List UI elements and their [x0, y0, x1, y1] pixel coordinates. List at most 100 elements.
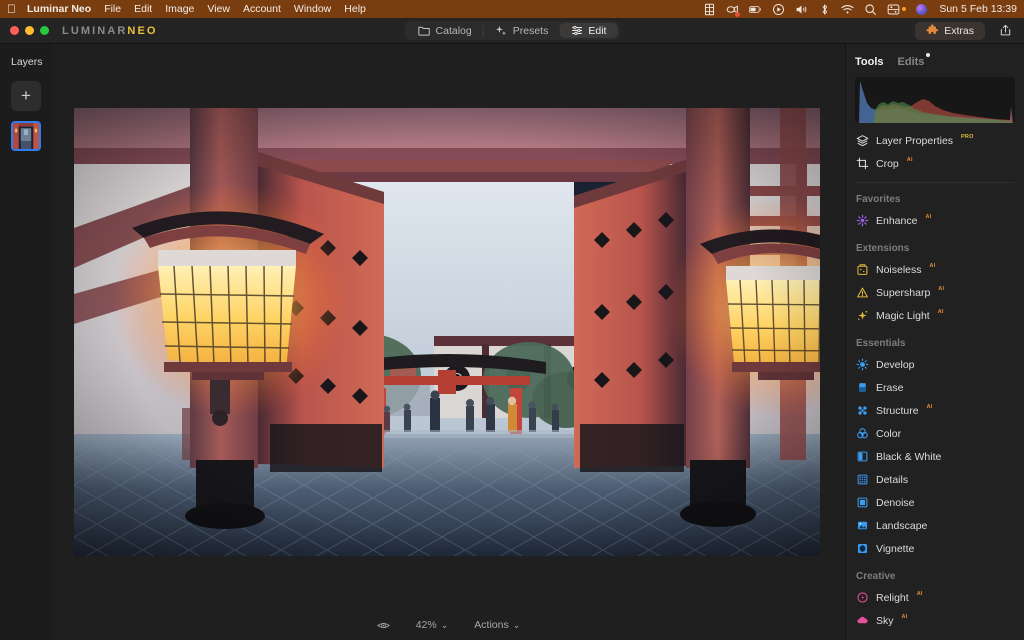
- zoom-level-value: 42%: [415, 619, 437, 631]
- play-circle-icon[interactable]: [772, 3, 785, 16]
- share-button[interactable]: [995, 23, 1016, 38]
- folder-icon: [418, 26, 430, 36]
- control-center-icon[interactable]: [887, 3, 907, 16]
- tool-denoise[interactable]: Denoise: [846, 491, 1024, 514]
- ai-badge: AI: [926, 403, 933, 410]
- zoom-level-control[interactable]: 42% ⌄: [416, 619, 449, 631]
- tool-black-and-white[interactable]: Black & White: [846, 445, 1024, 468]
- tool-sky[interactable]: Sky AI: [846, 609, 1024, 632]
- tool-erase[interactable]: Erase: [846, 376, 1024, 399]
- magic-light-icon: [858, 310, 868, 320]
- tool-magic-light[interactable]: Magic Light AI: [846, 304, 1024, 327]
- tool-layer-properties[interactable]: Layer Properties PRO: [846, 129, 1024, 152]
- app-logo: LUMINARNEO: [62, 25, 158, 37]
- eye-icon: [376, 622, 390, 628]
- group-label-essentials: Essentials: [856, 338, 906, 349]
- layer-thumbnail[interactable]: [11, 121, 41, 151]
- supersharp-icon: [857, 287, 868, 298]
- puzzle-icon: [926, 24, 939, 34]
- tool-enhance[interactable]: Enhance AI: [846, 209, 1024, 232]
- ai-badge: AI: [929, 262, 936, 269]
- tool-label: Enhance: [876, 214, 918, 227]
- canvas-bottom-bar: 42% ⌄ Actions ⌄: [52, 610, 845, 640]
- volume-icon[interactable]: [795, 3, 808, 16]
- tool-label: Crop: [876, 157, 899, 170]
- group-label-creative: Creative: [856, 571, 896, 582]
- tab-presets[interactable]: Presets: [484, 23, 560, 38]
- compare-toggle-button[interactable]: [376, 619, 390, 632]
- photo-preview[interactable]: [74, 108, 820, 556]
- brand-primary: LUMINAR: [62, 24, 128, 37]
- tool-develop[interactable]: Develop: [846, 353, 1024, 376]
- battery-icon[interactable]: [749, 3, 762, 16]
- tool-crop[interactable]: Crop AI: [846, 152, 1024, 175]
- chevron-down-icon: ⌄: [440, 619, 449, 630]
- tool-label: Supersharp: [876, 286, 931, 299]
- vignette-icon: [857, 543, 868, 554]
- tool-details[interactable]: Details: [846, 468, 1024, 491]
- editor-canvas[interactable]: [52, 44, 845, 640]
- menu-image[interactable]: Image: [165, 4, 194, 15]
- tab-edits[interactable]: Edits: [898, 53, 931, 68]
- sparkle-burst-icon: [856, 214, 869, 227]
- tab-presets-label: Presets: [512, 24, 549, 37]
- tool-structure[interactable]: Structure AI: [846, 399, 1024, 422]
- tab-tools[interactable]: Tools: [855, 56, 884, 68]
- tool-vignette[interactable]: Vignette: [846, 537, 1024, 560]
- tool-label: Structure: [876, 404, 919, 417]
- extras-button[interactable]: Extras: [915, 21, 985, 40]
- black-white-icon: [857, 451, 868, 462]
- tool-label: Landscape: [876, 519, 928, 532]
- main-tab-group: Catalog Presets Edit: [404, 21, 620, 40]
- tool-label: Details: [876, 473, 909, 486]
- pro-badge: PRO: [961, 133, 974, 140]
- cloud-icon: [857, 616, 868, 624]
- tool-label: Black & White: [876, 450, 942, 463]
- bluetooth-icon[interactable]: [818, 3, 831, 16]
- menu-file[interactable]: File: [104, 4, 121, 15]
- menu-edit[interactable]: Edit: [134, 4, 152, 15]
- noiseless-icon: [857, 264, 868, 275]
- maximize-button[interactable]: [40, 26, 49, 35]
- menu-account[interactable]: Account: [243, 4, 281, 15]
- menu-window[interactable]: Window: [294, 4, 331, 15]
- actions-label: Actions: [474, 619, 509, 631]
- structure-icon: [858, 406, 867, 415]
- control-center-alert-dot: [902, 7, 907, 11]
- denoise-icon: [857, 497, 868, 508]
- tool-color[interactable]: Color: [846, 422, 1024, 445]
- ai-badge: AI: [901, 613, 908, 620]
- tool-noiseless[interactable]: Noiseless AI: [846, 258, 1024, 281]
- tool-relight[interactable]: Relight AI: [846, 586, 1024, 609]
- menubar-clock[interactable]: Sun 5 Feb 13:39: [939, 3, 1017, 15]
- tool-supersharp[interactable]: Supersharp AI: [846, 281, 1024, 304]
- landscape-icon: [857, 521, 868, 530]
- tool-label: Relight: [876, 591, 909, 604]
- menu-view[interactable]: View: [207, 4, 230, 15]
- tool-label: Vignette: [876, 542, 915, 555]
- search-icon[interactable]: [864, 3, 877, 16]
- ai-badge: AI: [938, 285, 945, 292]
- chevron-down-icon: ⌄: [512, 619, 521, 630]
- color-wheel-icon: [857, 428, 868, 439]
- tool-landscape[interactable]: Landscape: [846, 514, 1024, 537]
- tab-catalog[interactable]: Catalog: [407, 23, 483, 38]
- window-controls: [10, 26, 49, 35]
- edits-badge-dot: [926, 53, 931, 57]
- display-icon[interactable]: [703, 3, 716, 16]
- tools-list: Layer Properties PRO Crop AI Favorites E…: [846, 123, 1024, 632]
- wifi-icon[interactable]: [841, 3, 854, 16]
- add-layer-button[interactable]: +: [11, 81, 41, 111]
- close-button[interactable]: [10, 26, 19, 35]
- apple-icon[interactable]: : [7, 3, 16, 15]
- screen-record-icon[interactable]: [726, 3, 741, 17]
- actions-menu-button[interactable]: Actions ⌄: [474, 619, 520, 631]
- minimize-button[interactable]: [25, 26, 34, 35]
- tool-label: Erase: [876, 381, 904, 394]
- sliders-icon: [571, 25, 582, 36]
- menu-help[interactable]: Help: [344, 4, 366, 15]
- user-avatar-icon[interactable]: [916, 3, 928, 15]
- menu-luminar-neo[interactable]: Luminar Neo: [27, 4, 91, 15]
- tab-edit[interactable]: Edit: [559, 23, 618, 38]
- layer-thumbnail-image: [13, 123, 39, 149]
